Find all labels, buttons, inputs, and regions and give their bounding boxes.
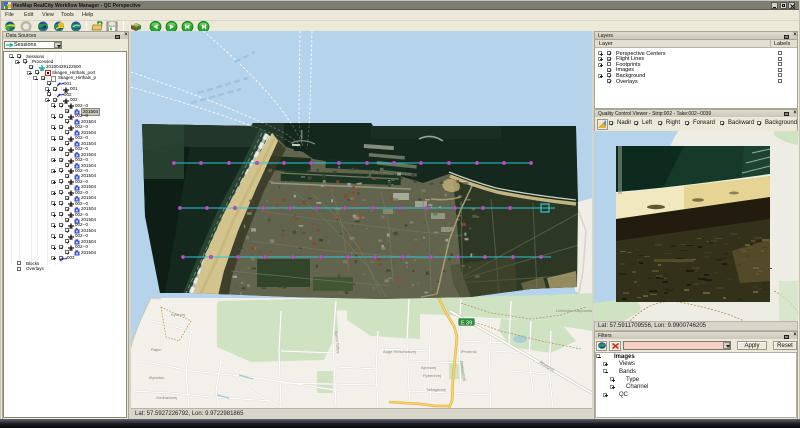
svg-text:Lietseden Kløplantage: Lietseden Kløplantage [556,308,592,313]
svg-text:Gedhavsvej: Gedhavsvej [156,395,177,400]
svg-text:iPedersk: iPedersk [461,349,477,354]
svg-text:E 39: E 39 [461,320,472,326]
svg-text:Toftagervej: Toftagervej [426,387,446,392]
svg-text:Rajen: Rajen [151,347,161,352]
svg-text:Ajensvej: Ajensvej [421,365,436,370]
svg-text:Øyreden: Øyreden [149,375,164,380]
svg-text:Rytterevej: Rytterevej [423,373,441,378]
svg-text:Kyltevej: Kyltevej [171,312,185,317]
svg-text:Aage Helsvholsvej: Aage Helsvholsvej [383,349,416,354]
